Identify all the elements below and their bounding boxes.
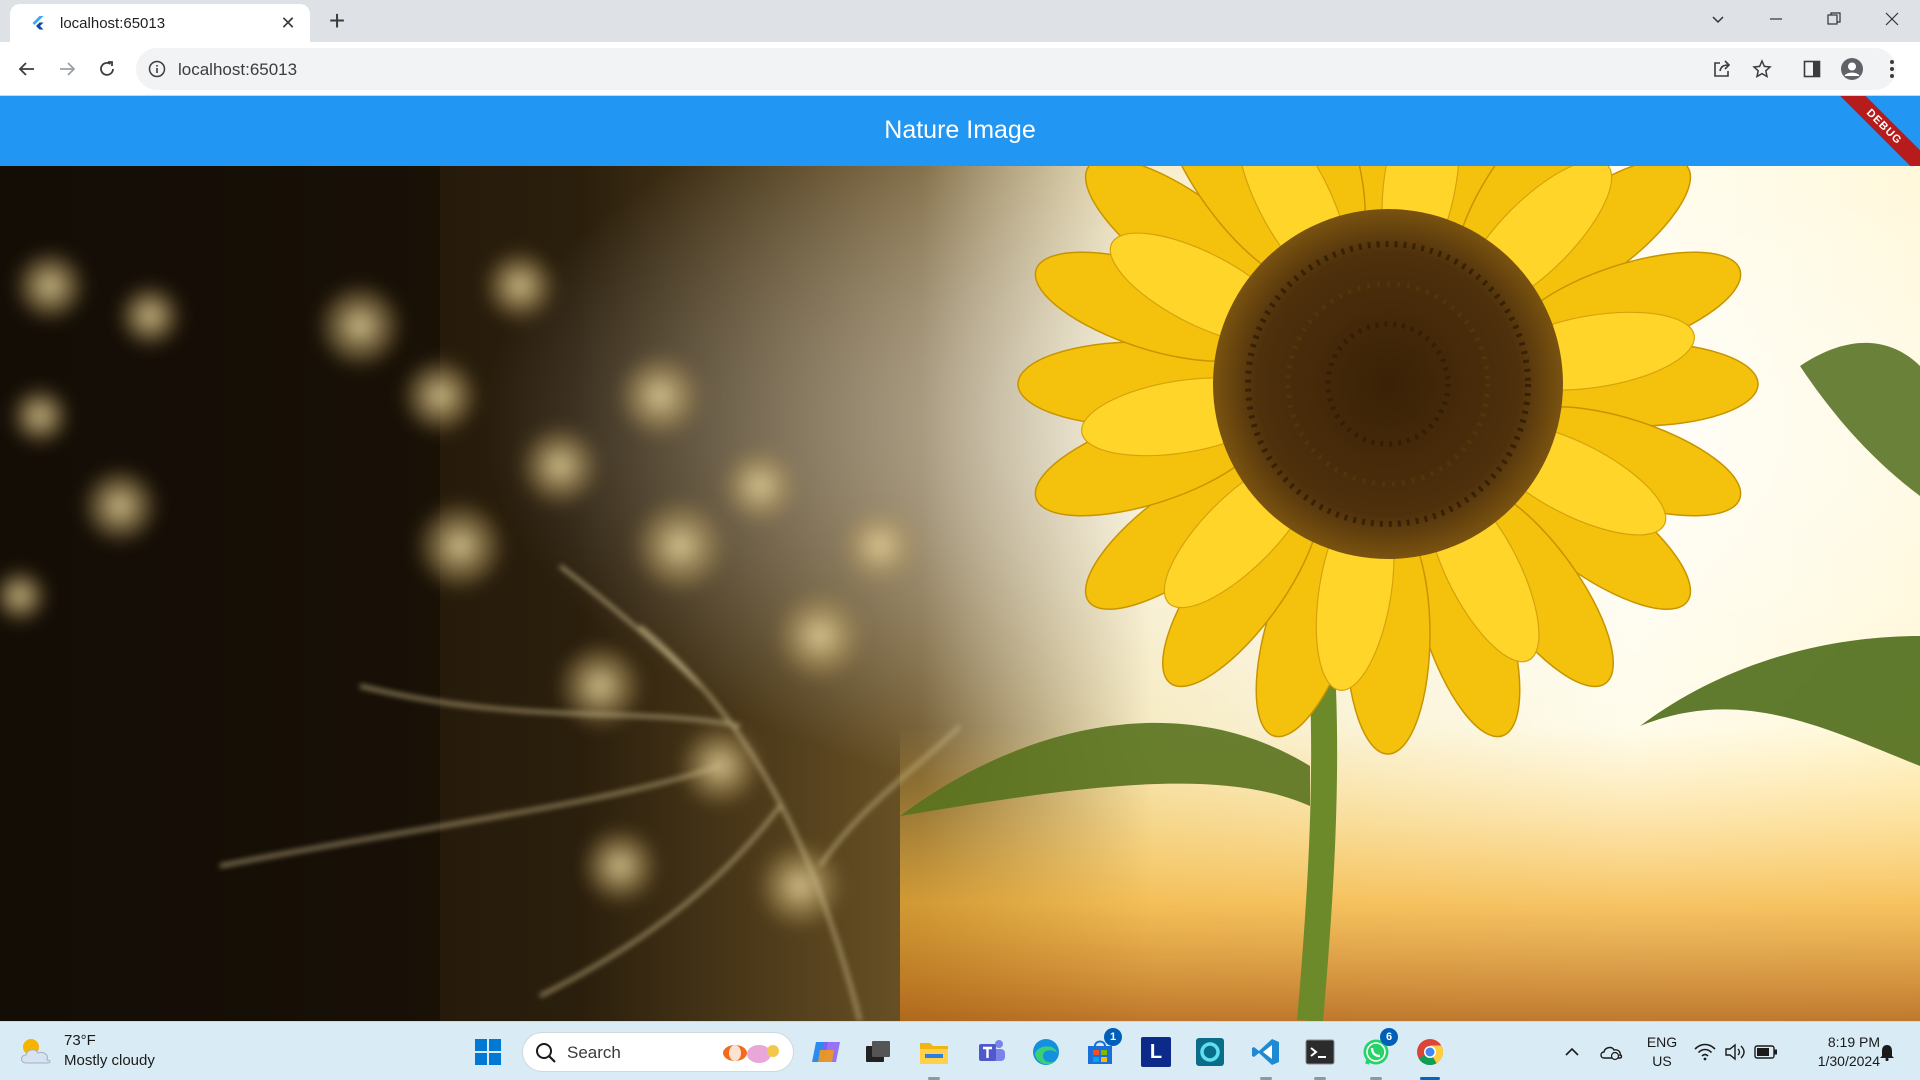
tab-close-icon[interactable]: ✕ (278, 13, 298, 33)
clock[interactable]: 8:19 PM 1/30/2024 (1786, 1033, 1880, 1071)
chrome-icon[interactable] (1410, 1032, 1450, 1080)
minimize-button[interactable] (1748, 0, 1804, 38)
file-explorer-icon[interactable] (914, 1032, 954, 1080)
l-app-icon[interactable]: L (1136, 1032, 1176, 1072)
tab-strip: localhost:65013 ✕ + (0, 0, 1920, 42)
edge-icon[interactable] (1026, 1032, 1066, 1072)
store-badge: 1 (1104, 1028, 1122, 1046)
flutter-favicon-icon (32, 16, 44, 30)
language-indicator[interactable]: ENG US (1644, 1033, 1680, 1071)
site-info-icon[interactable] (148, 60, 166, 78)
clock-time: 8:19 PM (1827, 1034, 1880, 1050)
task-view-icon[interactable] (858, 1032, 898, 1072)
back-button[interactable] (11, 53, 43, 85)
new-tab-button[interactable]: + (324, 7, 350, 35)
partly-cloudy-icon (21, 1039, 51, 1064)
tab-search-chevron-icon[interactable] (1690, 0, 1746, 38)
share-icon[interactable] (1706, 53, 1738, 85)
tab-title: localhost:65013 (60, 14, 166, 32)
taskbar-search[interactable]: Search (522, 1032, 794, 1072)
language-region: US (1652, 1053, 1672, 1069)
onedrive-sync-icon[interactable] (1596, 1022, 1626, 1080)
browser-toolbar: localhost:65013 (0, 42, 1920, 96)
windows-start-icon[interactable] (468, 1032, 508, 1072)
volume-icon[interactable] (1722, 1022, 1748, 1080)
browser-menu-icon[interactable] (1876, 53, 1908, 85)
bookmark-star-icon[interactable] (1746, 53, 1778, 85)
sunflower-photo (0, 166, 1920, 1021)
clock-date: 1/30/2024 (1817, 1053, 1880, 1069)
cortana-icon[interactable] (1190, 1032, 1230, 1072)
address-bar[interactable]: localhost:65013 (136, 48, 1896, 90)
copilot-icon[interactable] (806, 1032, 846, 1072)
teams-icon[interactable] (972, 1032, 1012, 1072)
show-hidden-icons-chevron-icon[interactable] (1560, 1022, 1584, 1080)
search-highlight-icon (723, 1045, 779, 1063)
whatsapp-badge: 6 (1380, 1028, 1398, 1046)
weather-temperature: 73°F (64, 1032, 96, 1049)
search-icon (536, 1043, 556, 1063)
profile-avatar-icon[interactable] (1836, 53, 1868, 85)
restore-button[interactable] (1806, 0, 1862, 38)
url-text: localhost:65013 (178, 60, 298, 79)
weather-condition: Mostly cloudy (64, 1052, 155, 1069)
notification-bell-icon[interactable] (1874, 1022, 1900, 1080)
vscode-icon[interactable] (1246, 1032, 1286, 1080)
l-app-letter: L (1141, 1037, 1171, 1067)
terminal-icon[interactable] (1300, 1032, 1340, 1080)
battery-icon[interactable] (1752, 1022, 1780, 1080)
whatsapp-icon[interactable]: 6 (1356, 1028, 1398, 1080)
taskbar: 73°F Mostly cloudy Search 1 L 6 ENG US 8… (0, 1021, 1920, 1080)
close-window-button[interactable] (1864, 0, 1920, 38)
page-title: Nature Image (884, 116, 1036, 144)
side-panel-icon[interactable] (1796, 53, 1828, 85)
reload-button[interactable] (91, 53, 123, 85)
search-placeholder: Search (567, 1043, 621, 1062)
weather-widget[interactable]: 73°F Mostly cloudy (18, 1032, 178, 1072)
microsoft-store-icon[interactable]: 1 (1080, 1028, 1122, 1072)
browser-tab[interactable]: localhost:65013 ✕ (10, 4, 310, 42)
wifi-icon[interactable] (1692, 1022, 1718, 1080)
app-bar: Nature Image DEBUG (0, 96, 1920, 166)
language-code: ENG (1646, 1034, 1678, 1050)
forward-button[interactable] (51, 53, 83, 85)
